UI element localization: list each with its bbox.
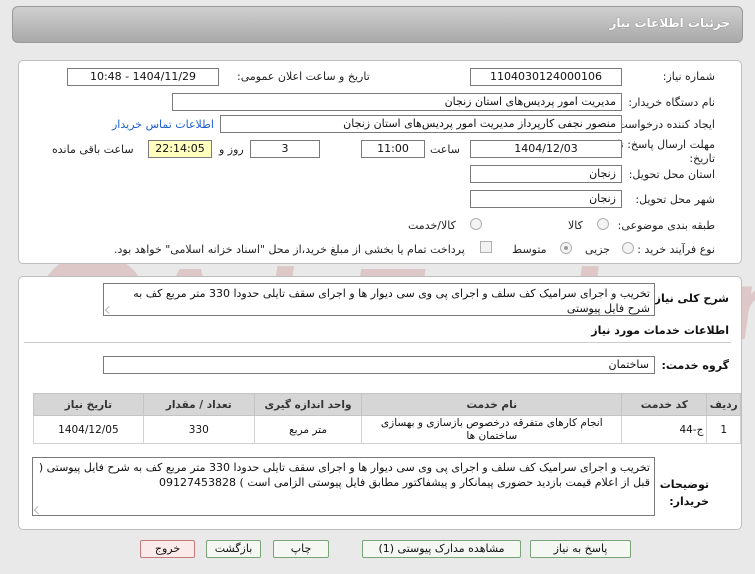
col-unit: واحد اندازه گیری	[253, 393, 363, 416]
exit-button[interactable]: خروج	[140, 540, 195, 558]
col-row: ردیف	[706, 393, 741, 416]
remaining-label: ساعت باقی مانده	[52, 143, 134, 156]
table-row: 1 ج-44 انجام کارهای متفرقه درخصوص بازساز…	[33, 415, 741, 444]
services-table: ردیف کد خدمت نام خدمت واحد اندازه گیری ت…	[33, 393, 741, 444]
deadline-time-label: ساعت	[430, 143, 460, 156]
need-number-label: شماره نیاز:	[662, 70, 715, 83]
province-label: استان محل تحویل:	[628, 168, 715, 181]
description-textarea[interactable]: تخریب و اجرای سرامیک کف سلف و اجرای پی و…	[103, 283, 655, 316]
col-date: تاریخ نیاز	[33, 393, 144, 416]
process-option-medium: متوسط	[512, 243, 547, 256]
process-radio-medium[interactable]	[560, 242, 572, 254]
description-label: شرح کلی نیاز:	[650, 292, 729, 305]
services-section-title: اطلاعات خدمات مورد نیاز	[591, 324, 729, 337]
service-group-field: ساختمان	[103, 356, 655, 374]
col-qty: تعداد / مقدار	[142, 393, 255, 416]
city-field: زنجان	[470, 190, 622, 208]
cell-name: انجام کارهای متفرقه درخصوص بازسازی و بهس…	[361, 415, 623, 444]
services-table-header: ردیف کد خدمت نام خدمت واحد اندازه گیری ت…	[33, 393, 741, 416]
buyer-label: نام دستگاه خریدار:	[628, 96, 715, 109]
cell-row: 1	[706, 415, 741, 444]
creator-label: ایجاد کننده درخواست:	[613, 118, 715, 131]
cell-code: ج-44	[621, 415, 708, 444]
deadline-date-field: 1404/12/03	[470, 140, 622, 158]
print-button[interactable]: چاپ	[273, 540, 329, 558]
category-option-goods-service: کالا/خدمت	[408, 219, 456, 232]
buyer-notes-text: تخریب و اجرای سرامیک کف سلف و اجرای پی و…	[38, 461, 650, 489]
province-field: زنجان	[470, 165, 622, 183]
col-code: کد خدمت	[621, 393, 708, 416]
process-radio-minor[interactable]	[622, 242, 634, 254]
buyer-notes-label-line1: توضیحات	[659, 478, 709, 491]
category-radio-goods[interactable]	[597, 218, 609, 230]
announce-field: 1404/11/29 - 10:48	[67, 68, 219, 86]
buyer-field: مدیریت امور پردیس‌های استان زنجان	[172, 93, 622, 111]
back-button[interactable]: بازگشت	[206, 540, 261, 558]
process-option-minor: جزیی	[585, 243, 611, 256]
category-radio-goods-service[interactable]	[470, 218, 482, 230]
view-attachments-button[interactable]: مشاهده مدارک پیوستی (1)	[362, 540, 521, 558]
buyer-contact-link[interactable]: اطلاعات تماس خریدار	[112, 118, 214, 131]
days-label: روز و	[219, 143, 244, 156]
need-number-field: 1104030124000106	[470, 68, 622, 86]
window-titlebar: جزئیات اطلاعات نیاز	[12, 6, 743, 43]
cell-unit: متر مربع	[253, 415, 363, 444]
col-name: نام خدمت	[361, 393, 623, 416]
category-option-goods: کالا	[568, 219, 583, 232]
description-text: تخریب و اجرای سرامیک کف سلف و اجرای پی و…	[133, 287, 650, 315]
deadline-time-field: 11:00	[361, 140, 425, 158]
announce-label: تاریخ و ساعت اعلان عمومی:	[237, 70, 370, 83]
cell-qty: 330	[142, 415, 255, 444]
remaining-time-field: 22:14:05	[148, 140, 212, 158]
buyer-notes-label-line2: خریدار:	[669, 495, 709, 508]
service-group-label: گروه خدمت:	[661, 359, 729, 372]
buyer-notes-label: توضیحات خریدار:	[660, 476, 709, 510]
resize-handle-icon[interactable]	[105, 306, 113, 314]
city-label: شهر محل تحویل:	[635, 193, 715, 206]
reply-button[interactable]: پاسخ به نیاز	[530, 540, 631, 558]
creator-field: منصور نجفی کارپرداز مدیریت امور پردیس‌ها…	[220, 115, 622, 133]
category-label: طبقه بندی موضوعی:	[617, 219, 715, 232]
days-field: 3	[250, 140, 320, 158]
process-label: نوع فرآیند خرید :	[637, 243, 715, 256]
treasury-payment-note: پرداخت تمام یا بخشی از مبلغ خرید،از محل …	[114, 243, 465, 256]
window-title: جزئیات اطلاعات نیاز	[609, 16, 730, 30]
cell-date: 1404/12/05	[33, 415, 144, 444]
resize-handle-icon[interactable]	[34, 506, 42, 514]
buyer-notes-textarea[interactable]: تخریب و اجرای سرامیک کف سلف و اجرای پی و…	[32, 457, 655, 516]
treasury-payment-checkbox[interactable]	[480, 241, 492, 253]
section-divider	[24, 342, 731, 343]
deadline-label: مهلت ارسال پاسخ: تا تاریخ:	[617, 138, 715, 165]
